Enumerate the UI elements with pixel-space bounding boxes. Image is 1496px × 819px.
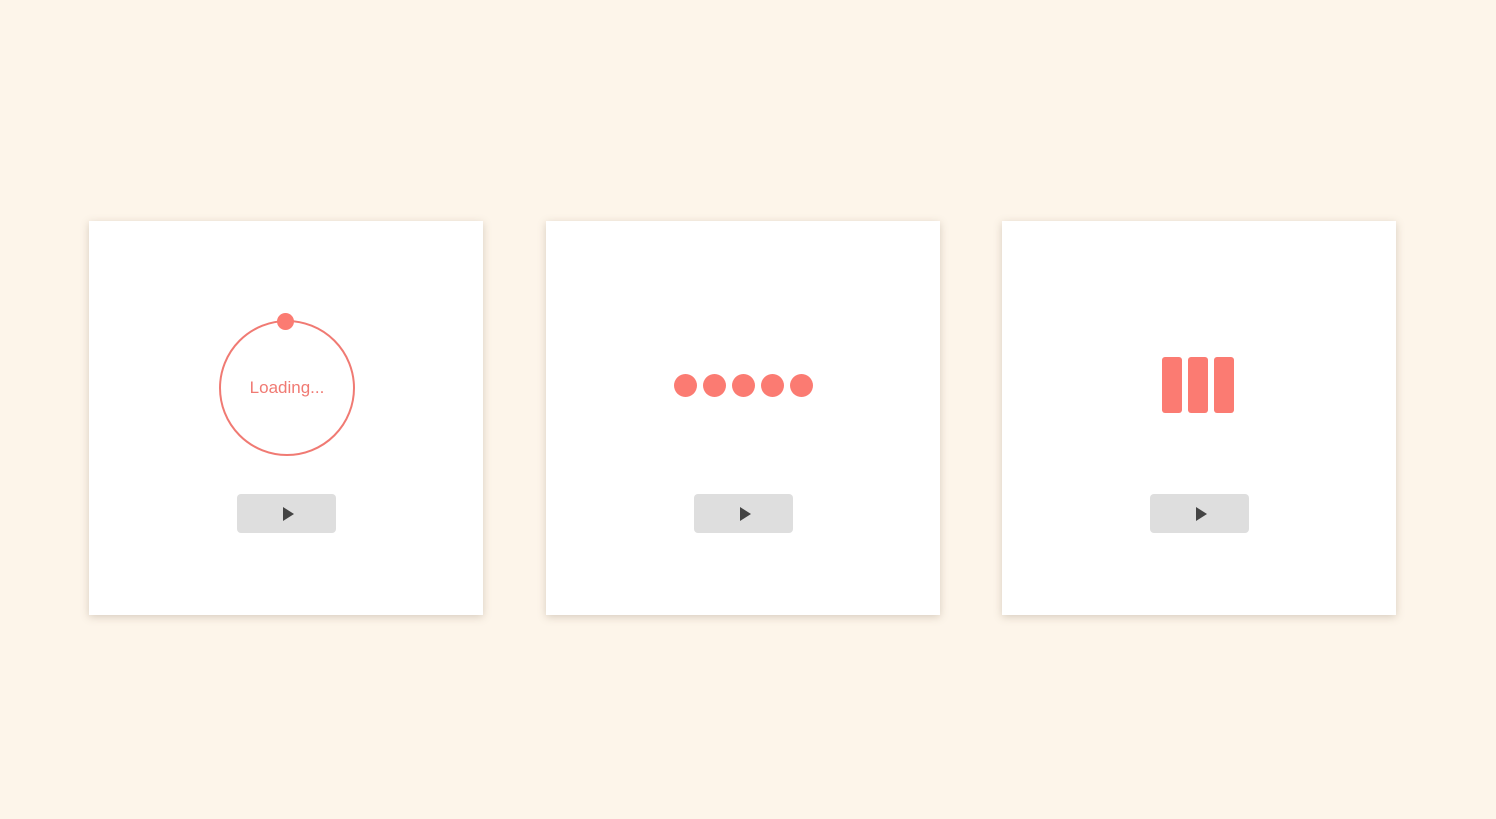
loader-card-bars [1002,221,1396,615]
loading-dots [674,374,813,397]
loading-bar [1188,357,1208,413]
play-icon [739,506,751,521]
loading-dot [790,374,813,397]
play-button-ring[interactable] [237,494,336,533]
loading-dot [761,374,784,397]
play-button-dots[interactable] [694,494,793,533]
loading-dot [732,374,755,397]
loader-card-ring: Loading... [89,221,483,615]
loading-bars [1162,357,1234,413]
loader-card-dots [546,221,940,615]
loader-showcase: Loading... [0,0,1496,819]
loading-dot [703,374,726,397]
loading-dot [674,374,697,397]
play-icon [1195,506,1207,521]
loading-bar [1214,357,1234,413]
loading-label: Loading... [249,378,325,397]
play-icon [282,506,294,521]
loading-bar [1162,357,1182,413]
play-button-bars[interactable] [1150,494,1249,533]
